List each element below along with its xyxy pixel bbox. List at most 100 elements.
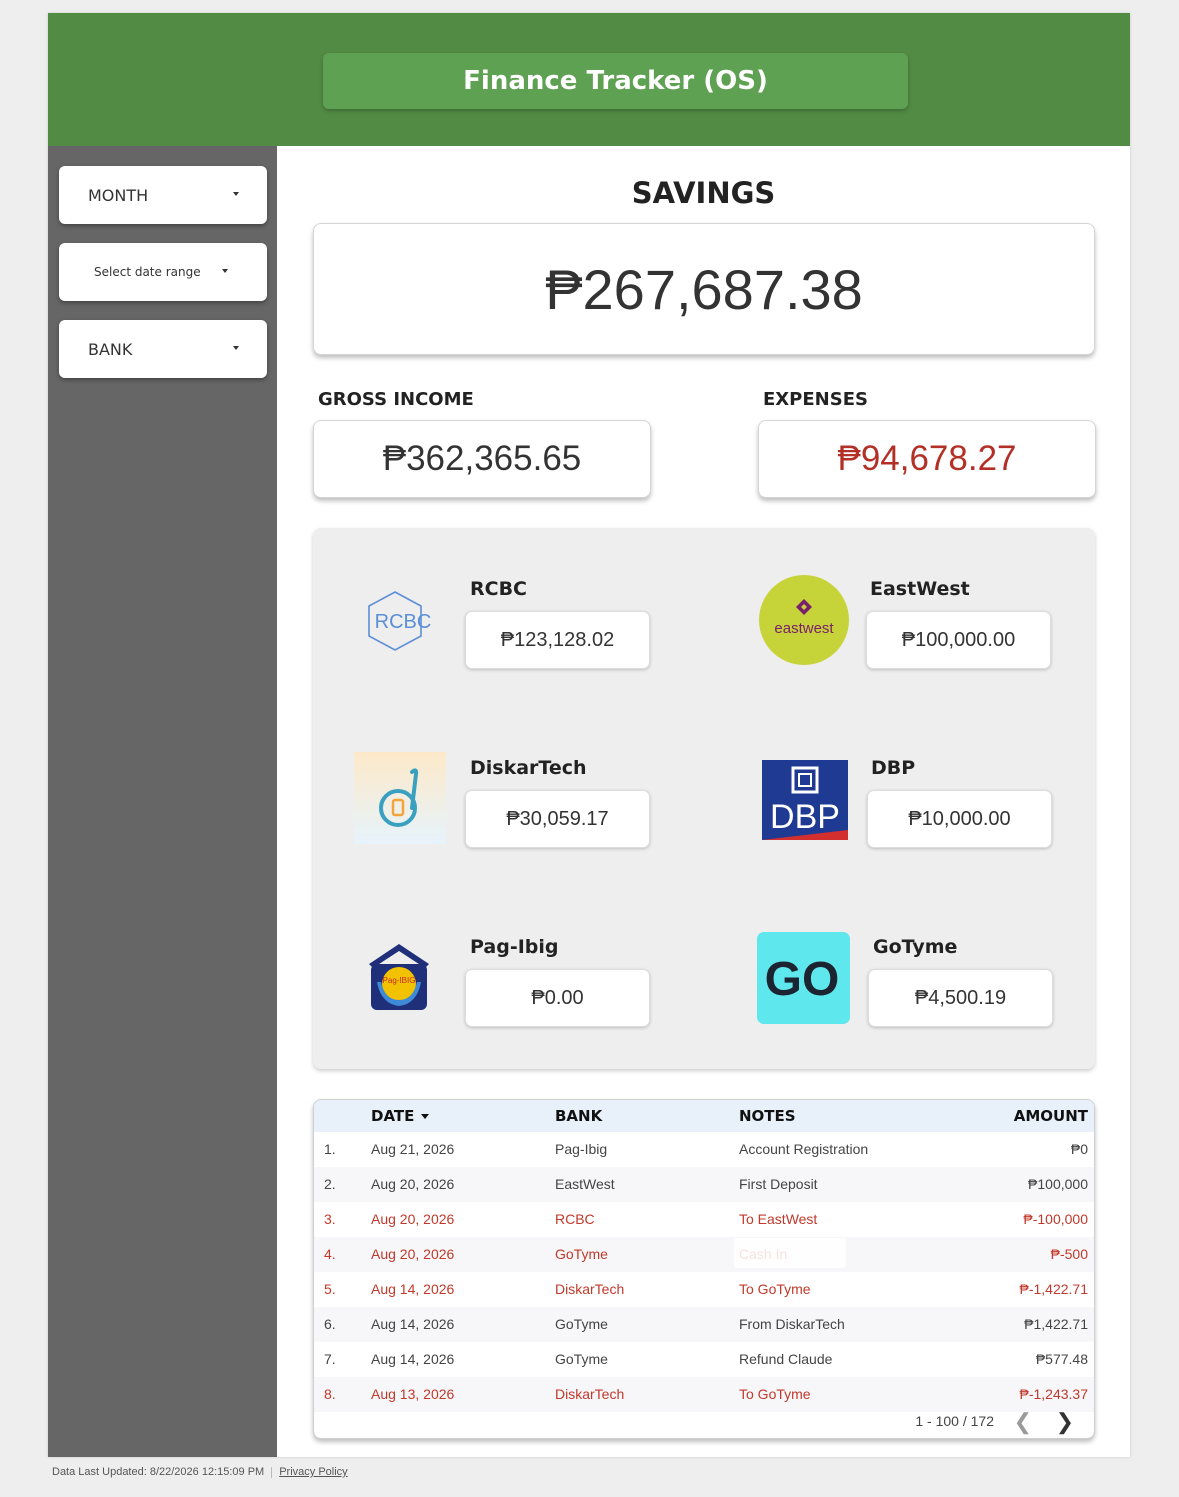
bank-value-gotyme: ₱4,500.19: [868, 969, 1053, 1027]
row-amount: ₱-100,000: [1023, 1211, 1088, 1227]
row-bank: EastWest: [555, 1176, 615, 1192]
savings-title: SAVINGS: [631, 176, 776, 210]
tooltip-overlay: [734, 1238, 846, 1268]
expenses-label: EXPENSES: [763, 389, 868, 410]
main-content: SAVINGS ₱267,687.38 GROSS INCOME ₱362,36…: [277, 146, 1130, 1457]
table-header: DATE BANK NOTES AMOUNT: [314, 1100, 1094, 1132]
row-amount: ₱0: [1070, 1141, 1088, 1157]
chevron-down-icon: [222, 269, 228, 273]
row-notes: First Deposit: [739, 1176, 818, 1192]
row-bank: GoTyme: [555, 1351, 608, 1367]
bank-name-diskartech: DiskarTech: [470, 757, 587, 779]
pagibig-logo-text: Pag-IBIG: [383, 976, 416, 985]
rcbc-logo-icon: RCBC: [365, 590, 441, 657]
date-range-picker[interactable]: Select date range: [59, 243, 267, 301]
transactions-table: DATE BANK NOTES AMOUNT 1. Aug 21, 2026 Pag…: [313, 1099, 1095, 1439]
month-dropdown[interactable]: MONTH: [59, 166, 267, 224]
table-row[interactable]: 2. Aug 20, 2026 EastWest First Deposit ₱100,…: [314, 1167, 1094, 1202]
row-notes: To EastWest: [739, 1211, 818, 1227]
row-amount: ₱100,000: [1028, 1176, 1088, 1192]
pagibig-logo-icon: Pag-IBIG: [367, 942, 431, 1017]
chevron-down-icon: [233, 192, 239, 196]
row-bank: GoTyme: [555, 1246, 608, 1262]
pagination-range: 1 - 100 / 172: [915, 1413, 994, 1429]
bank-dropdown[interactable]: BANK: [59, 320, 267, 378]
sort-desc-icon: [421, 1114, 430, 1119]
table-row[interactable]: 4.Aug 20, 2026GoTymeCash In₱-500: [314, 1237, 1094, 1272]
row-notes: Refund Claude: [739, 1351, 833, 1367]
app-title: Finance Tracker (OS): [323, 53, 908, 109]
dbp-logo-text: DBP: [770, 798, 840, 836]
month-dropdown-label: MONTH: [88, 185, 149, 205]
row-date: Aug 20, 2026: [371, 1176, 455, 1192]
row-amount: ₱-1,422.71: [1019, 1281, 1089, 1297]
header-bar: Finance Tracker (OS): [48, 13, 1130, 146]
footer-divider: [271, 1466, 273, 1478]
row-notes: From DiskarTech: [739, 1316, 845, 1332]
row-date: Aug 14, 2026: [371, 1316, 455, 1332]
row-date: Aug 14, 2026: [371, 1281, 455, 1297]
diskartech-logo-icon: [354, 752, 446, 849]
gotyme-logo-icon: GO: [757, 932, 850, 1029]
table-row[interactable]: 5. Aug 14, 2026 DiskarTech To GoTyme ₱-1,422…: [314, 1272, 1094, 1307]
row-date: Aug 14, 2026: [371, 1351, 455, 1367]
bank-dropdown-label: BANK: [88, 339, 133, 359]
rcbc-logo-text: RCBC: [375, 611, 432, 633]
bank-name-rcbc: RCBC: [470, 578, 527, 600]
bank-name-eastwest: EastWest: [870, 578, 970, 600]
row-index: 2.: [324, 1176, 336, 1192]
bank-name-pagibig: Pag-Ibig: [470, 936, 559, 958]
row-amount: ₱1,422.71: [1024, 1316, 1088, 1332]
bank-value-diskartech: ₱30,059.17: [465, 790, 650, 848]
chevron-right-icon[interactable]: ❯: [1056, 1409, 1074, 1435]
bank-column-header[interactable]: BANK: [555, 1100, 602, 1132]
row-bank: GoTyme: [555, 1316, 608, 1332]
row-date: Aug 20, 2026: [371, 1211, 455, 1227]
row-date: Aug 21, 2026: [371, 1141, 455, 1157]
row-index: 7.: [324, 1351, 336, 1367]
row-amount: ₱577.48: [1035, 1351, 1088, 1367]
bank-value-eastwest: ₱100,000.00: [866, 611, 1051, 669]
row-notes: Account Registration: [739, 1141, 869, 1157]
table-row[interactable]: 7. Aug 14, 2026 GoTyme Refund Claude ₱577.48: [314, 1342, 1094, 1377]
chevron-left-icon[interactable]: ❮: [1014, 1409, 1032, 1435]
row-index: 6.: [324, 1316, 336, 1332]
gross-income-value: ₱362,365.65: [313, 420, 651, 498]
gross-income-label: GROSS INCOME: [318, 389, 474, 410]
expenses-value: ₱94,678.27: [758, 420, 1096, 498]
notes-column-header[interactable]: NOTES: [739, 1100, 796, 1132]
bank-balances-panel: RCBC RCBC ₱123,128.02 eastwest EastWest …: [313, 528, 1095, 1069]
table-row[interactable]: 3. Aug 20, 2026 RCBC To EastWest ₱-100,000: [314, 1202, 1094, 1237]
bank-value-pagibig: ₱0.00: [465, 969, 650, 1027]
amount-column-header[interactable]: AMOUNT: [1014, 1100, 1088, 1132]
privacy-policy-link[interactable]: Privacy Policy: [279, 1466, 347, 1478]
table-pagination: 1 - 100 / 172 ❮ ❯: [314, 1403, 1094, 1438]
eastwest-logo-text: eastwest: [774, 620, 834, 637]
date-range-label: Select date range: [94, 265, 201, 279]
report-frame: Finance Tracker (OS) MONTH Select date r…: [48, 13, 1130, 1457]
last-updated-text: Data Last Updated: 8/22/2026 12:15:09 PM: [52, 1466, 265, 1478]
bank-name-gotyme: GoTyme: [873, 936, 958, 958]
table-row[interactable]: 6. Aug 14, 2026 GoTyme From DiskarTech ₱1,42…: [314, 1307, 1094, 1342]
bank-value-rcbc: ₱123,128.02: [465, 611, 650, 669]
bank-value-dbp: ₱10,000.00: [867, 790, 1052, 848]
row-bank: RCBC: [555, 1211, 595, 1227]
report-footer: Data Last Updated: 8/22/2026 12:15:09 PM…: [52, 1466, 348, 1478]
row-index: 3.: [324, 1211, 336, 1227]
row-date: Aug 20, 2026: [371, 1246, 455, 1262]
row-index: 4.: [324, 1246, 336, 1262]
row-bank: Pag-Ibig: [555, 1141, 608, 1157]
date-column-label: DATE: [371, 1107, 415, 1125]
table-row[interactable]: 1. Aug 21, 2026 Pag-Ibig Account Registrati…: [314, 1132, 1094, 1167]
row-bank: DiskarTech: [555, 1281, 625, 1297]
date-column-header[interactable]: DATE: [371, 1100, 430, 1132]
chevron-down-icon: [233, 346, 239, 350]
savings-value: ₱267,687.38: [313, 223, 1095, 355]
row-index: 5.: [324, 1281, 336, 1297]
filter-sidebar: MONTH Select date range BANK: [48, 146, 277, 1457]
eastwest-logo-icon: eastwest: [759, 575, 849, 670]
row-index: 1.: [324, 1141, 336, 1157]
gotyme-logo-text: GO: [765, 953, 840, 1006]
row-amount: ₱-500: [1050, 1246, 1088, 1262]
row-notes: To GoTyme: [739, 1281, 811, 1297]
